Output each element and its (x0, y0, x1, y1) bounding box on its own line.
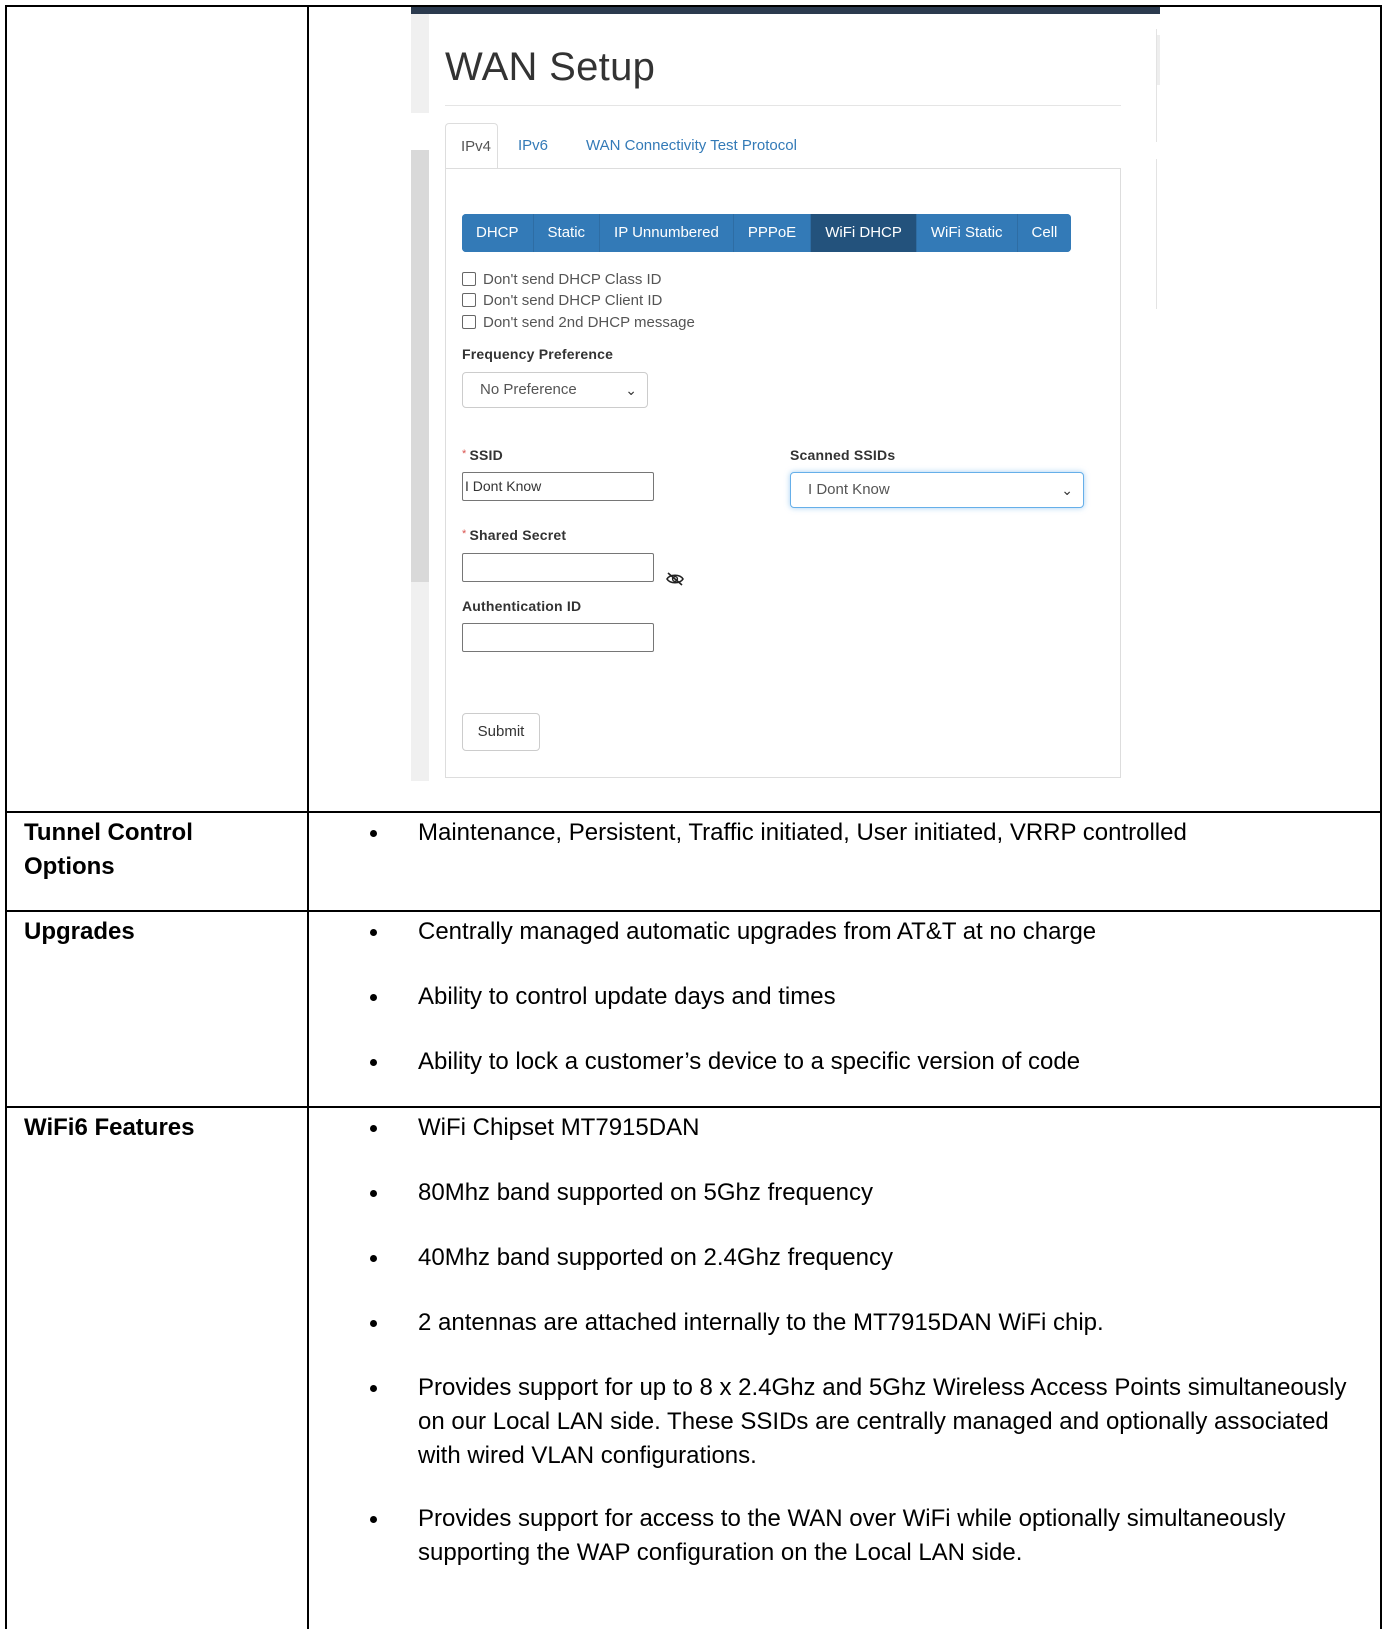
wan-mode-button-group: DHCP Static IP Unnumbered PPPoE WiFi DHC… (462, 214, 1072, 252)
wifi-dhcp-button[interactable]: WiFi DHCP (811, 214, 917, 252)
ip-unnumbered-button[interactable]: IP Unnumbered (600, 214, 734, 252)
bullet-icon (370, 1125, 377, 1132)
list-item: WiFi Chipset MT7915DAN (360, 1111, 1370, 1145)
cell-button[interactable]: Cell (1017, 214, 1072, 252)
upgrades-list: Centrally managed automatic upgrades fro… (360, 915, 1370, 1079)
eye-slash-icon[interactable] (665, 571, 685, 587)
bullet-icon (370, 1320, 377, 1327)
bullet-icon (370, 929, 377, 936)
authentication-id-input[interactable] (462, 623, 654, 652)
list-item: 40Mhz band supported on 2.4Ghz frequency (360, 1241, 1370, 1275)
table-row-divider (5, 811, 1382, 813)
list-item: 2 antennas are attached internally to th… (360, 1306, 1370, 1340)
frequency-preference-label: Frequency Preference (462, 346, 614, 362)
list-item: Provides support for access to the WAN o… (360, 1502, 1370, 1570)
bullet-icon (370, 1255, 377, 1262)
chevron-down-icon: ⌄ (1061, 482, 1073, 498)
row-label-tunnel-control-options: Tunnel Control Options (24, 819, 193, 880)
bullet-icon (370, 1190, 377, 1197)
list-item: Ability to control update days and times (360, 980, 1370, 1014)
list-item: 80Mhz band supported on 5Ghz frequency (360, 1176, 1370, 1210)
second-dhcp-message-checkbox-row: Don't send 2nd DHCP message (462, 313, 695, 333)
sidebar-scrollbar[interactable] (411, 150, 429, 582)
dhcp-class-id-checkbox[interactable] (462, 272, 476, 286)
checkbox-label: Don't send DHCP Client ID (483, 292, 663, 309)
app-top-bar (411, 7, 1160, 14)
table-border-right (1380, 5, 1382, 1629)
scanned-ssids-value: I Dont Know (808, 481, 890, 498)
table-row-divider (5, 910, 1382, 912)
scanned-ssids-label: Scanned SSIDs (790, 447, 896, 463)
frequency-preference-value: No Preference (480, 381, 577, 398)
checkbox-label: Don't send DHCP Class ID (483, 271, 662, 288)
bullet-icon (370, 830, 377, 837)
required-marker: * (462, 448, 467, 460)
list-item: Provides support for up to 8 x 2.4Ghz an… (360, 1371, 1370, 1473)
wifi6-features-list: WiFi Chipset MT7915DAN 80Mhz band suppor… (360, 1111, 1370, 1570)
pppoe-button[interactable]: PPPoE (733, 214, 812, 252)
bullet-icon (370, 1516, 377, 1523)
page-title: WAN Setup (445, 45, 656, 89)
required-marker: * (462, 528, 467, 540)
row-label-upgrades: Upgrades (24, 918, 135, 945)
table-row-divider (5, 1106, 1382, 1108)
submit-button[interactable]: Submit (462, 713, 540, 751)
tunnel-control-options-list: Maintenance, Persistent, Traffic initiat… (360, 816, 1370, 850)
scanned-ssids-select[interactable]: I Dont Know ⌄ (790, 472, 1084, 508)
dhcp-client-id-checkbox[interactable] (462, 293, 476, 307)
sidebar-edge (411, 582, 429, 781)
ssid-label: * SSID (462, 447, 503, 463)
table-column-divider (307, 5, 309, 1629)
ssid-input[interactable]: I Dont Know (462, 472, 654, 501)
bullet-icon (370, 1059, 377, 1066)
frequency-preference-select[interactable]: No Preference ⌄ (462, 372, 648, 408)
list-item: Maintenance, Persistent, Traffic initiat… (360, 816, 1370, 850)
table-border-left (5, 5, 7, 1629)
dhcp-class-id-checkbox-row: Don't send DHCP Class ID (462, 270, 661, 290)
title-divider (445, 105, 1121, 106)
row-label-wifi6-features: WiFi6 Features (24, 1114, 195, 1141)
wan-setup-screenshot: WAN Setup IPv4 IPv6 WAN Connectivity Tes… (411, 7, 1160, 781)
bullet-icon (370, 1385, 377, 1392)
wifi-static-button[interactable]: WiFi Static (916, 214, 1018, 252)
list-item: Ability to lock a customer’s device to a… (360, 1045, 1370, 1079)
chevron-down-icon: ⌄ (625, 382, 637, 398)
bullet-icon (370, 994, 377, 1001)
tab-ipv4[interactable]: IPv4 (445, 123, 498, 169)
authentication-id-label: Authentication ID (462, 598, 582, 614)
sidebar-edge (411, 14, 429, 113)
tab-ipv6[interactable]: IPv6 (503, 123, 563, 169)
dhcp-button[interactable]: DHCP (462, 214, 534, 252)
static-button[interactable]: Static (533, 214, 601, 252)
list-item: Centrally managed automatic upgrades fro… (360, 915, 1370, 949)
checkbox-label: Don't send 2nd DHCP message (483, 314, 695, 331)
dhcp-client-id-checkbox-row: Don't send DHCP Client ID (462, 291, 662, 311)
right-panel-edge (1156, 159, 1157, 309)
shared-secret-input[interactable] (462, 553, 654, 582)
right-panel-edge (1156, 29, 1157, 142)
second-dhcp-message-checkbox[interactable] (462, 315, 476, 329)
tab-wan-connectivity-test-protocol[interactable]: WAN Connectivity Test Protocol (571, 123, 812, 169)
shared-secret-label: * Shared Secret (462, 527, 567, 543)
